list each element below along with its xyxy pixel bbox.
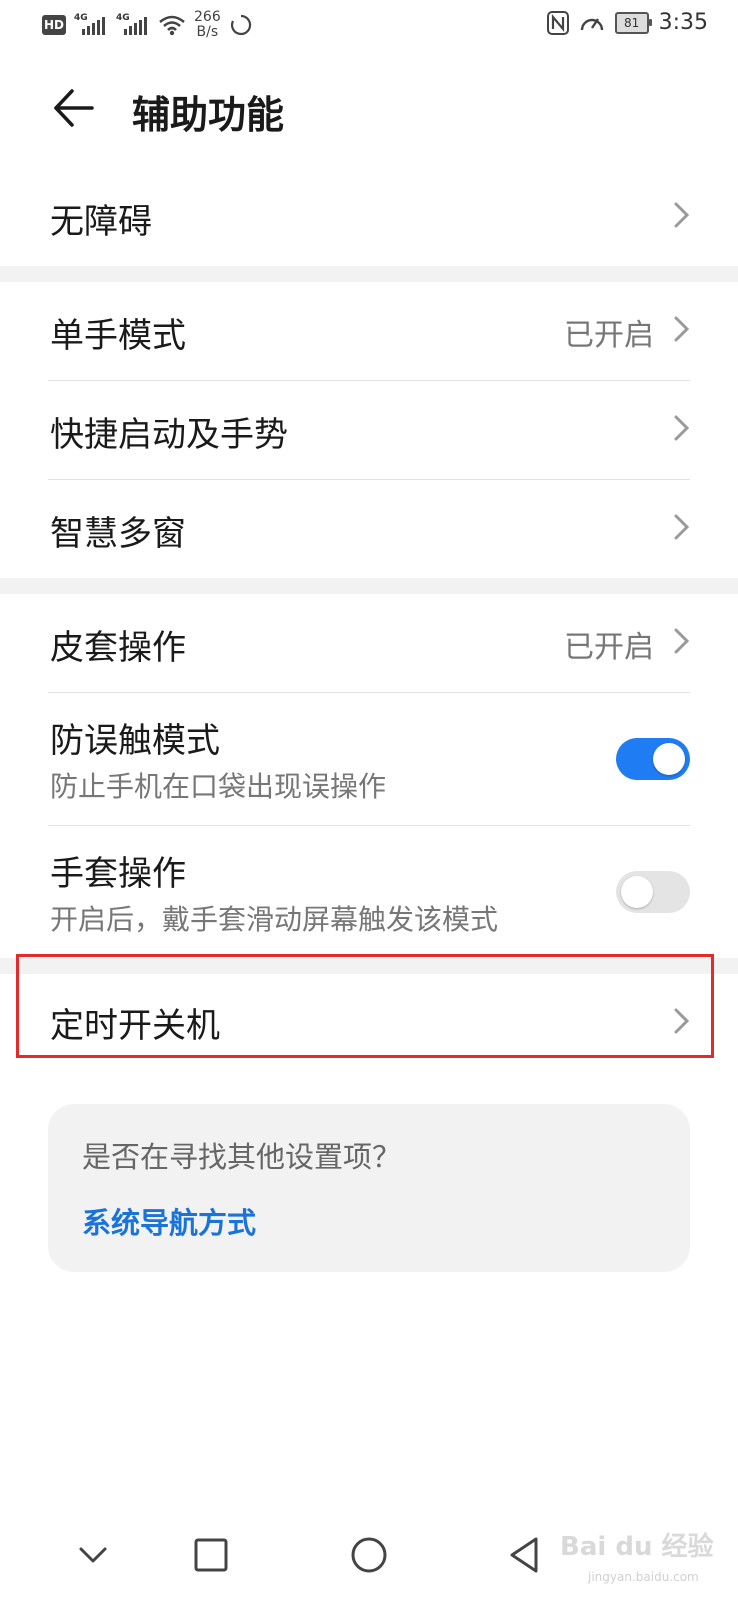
row-glove-mode: 手套操作 开启后，戴手套滑动屏幕触发该模式 [0, 826, 738, 958]
row-label: 防误触模式 [50, 721, 220, 761]
clock: 3:35 [658, 10, 708, 35]
chevron-right-icon [674, 514, 690, 540]
hd-icon: HD [42, 15, 66, 35]
recent-apps-icon[interactable] [186, 1530, 236, 1580]
row-label: 单手模式 [50, 316, 186, 356]
status-left: HD 4G 4G 266 B/s [42, 10, 253, 40]
row-accessibility[interactable]: 无障碍 [0, 166, 738, 266]
status-bar: HD 4G 4G 266 B/s 81 3:35 [0, 0, 738, 52]
app-header: 辅助功能 [0, 60, 738, 156]
pocket-mode-toggle[interactable] [616, 738, 690, 780]
nfc-icon [546, 10, 569, 35]
loading-icon [230, 14, 251, 36]
row-label: 快捷启动及手势 [50, 415, 288, 455]
status-right: 81 3:35 [546, 10, 708, 35]
suggestion-card: 是否在寻找其他设置项？ 系统导航方式 [48, 1104, 690, 1272]
row-label: 智慧多窗 [50, 514, 186, 554]
baidu-watermark: Bai du 经验 [560, 1532, 714, 1562]
signal-icon-sim2: 4G [116, 13, 150, 37]
row-label: 手套操作 [50, 854, 186, 894]
chevron-right-icon [674, 415, 690, 441]
row-quick-start-gestures[interactable]: 快捷启动及手势 [0, 381, 738, 479]
red-highlight-box [16, 954, 714, 1058]
chevron-right-icon [674, 316, 690, 342]
row-status-value: 已开启 [564, 630, 654, 665]
wifi-icon [159, 15, 185, 36]
home-icon[interactable] [344, 1530, 394, 1580]
glove-mode-toggle[interactable] [616, 871, 690, 913]
chevron-right-icon [674, 628, 690, 654]
back-triangle-icon[interactable] [500, 1530, 550, 1580]
row-description: 防止手机在口袋出现误操作 [50, 770, 387, 803]
speed-gauge-icon [580, 17, 603, 30]
row-one-hand-mode[interactable]: 单手模式 已开启 [0, 282, 738, 380]
section-gap [0, 578, 738, 594]
system-navigation-link[interactable]: 系统导航方式 [82, 1200, 256, 1242]
signal-icon-sim1: 4G [74, 13, 108, 37]
suggestion-question: 是否在寻找其他设置项？ [82, 1140, 402, 1174]
row-pocket-mode: 防误触模式 防止手机在口袋出现误操作 [0, 693, 738, 825]
network-speed: 266 B/s [194, 9, 221, 40]
row-label: 无障碍 [50, 202, 152, 242]
row-smart-multiwindow[interactable]: 智慧多窗 [0, 480, 738, 578]
row-cover-operation[interactable]: 皮套操作 已开启 [0, 594, 738, 692]
back-arrow-icon[interactable] [48, 82, 100, 134]
collapse-chevron-icon[interactable] [68, 1530, 118, 1580]
row-description: 开启后，戴手套滑动屏幕触发该模式 [50, 903, 499, 936]
row-label: 皮套操作 [50, 628, 186, 668]
baidu-watermark-url: jingyan.baidu.com [588, 1570, 699, 1584]
page-title: 辅助功能 [132, 93, 285, 137]
battery-icon: 81 [614, 11, 652, 34]
chevron-right-icon [674, 202, 690, 228]
row-status-value: 已开启 [564, 318, 654, 353]
section-gap [0, 266, 738, 282]
